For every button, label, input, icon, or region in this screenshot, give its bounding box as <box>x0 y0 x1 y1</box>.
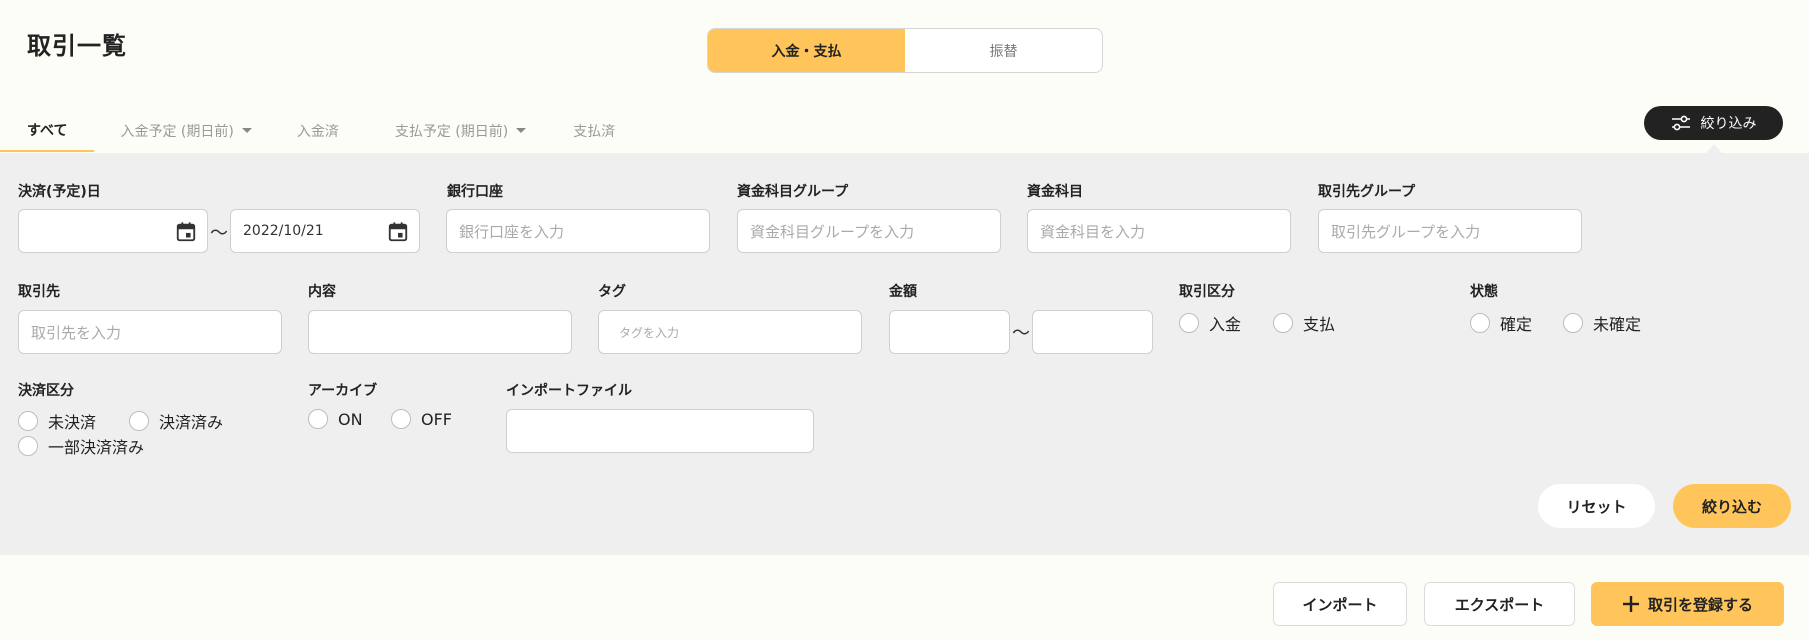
radio-deposit[interactable]: 入金 <box>1179 311 1241 335</box>
account-item-label: 資金科目 <box>1027 184 1083 200</box>
tab-payment-scheduled[interactable]: 支払予定 (期日前) <box>339 110 527 152</box>
reset-button[interactable]: リセット <box>1538 484 1655 528</box>
filter-toggle-button[interactable]: 絞り込み <box>1644 106 1783 140</box>
segment-transfer[interactable]: 振替 <box>905 29 1102 72</box>
tab-all[interactable]: すべて <box>0 110 95 152</box>
tab-label: 入金予定 (期日前) <box>120 124 234 140</box>
filter-panel: 決済(予定)日 〜 2022/10/21 銀行口座 銀行口座を入力 資金科目グル… <box>0 153 1809 555</box>
radio-circle[interactable] <box>129 411 149 431</box>
radio-circle[interactable] <box>1470 313 1490 333</box>
settlement-type-label: 決済区分 <box>18 383 74 399</box>
apply-filter-button[interactable]: 絞り込む <box>1673 484 1791 528</box>
partner-label: 取引先 <box>18 284 60 300</box>
tab-label: 支払済 <box>573 124 616 140</box>
settlement-date-from-input[interactable] <box>18 209 208 253</box>
import-file-input[interactable] <box>506 409 814 453</box>
radio-settled[interactable]: 決済済み <box>129 409 223 433</box>
radio-circle[interactable] <box>391 409 411 429</box>
radio-archive-on[interactable]: ON <box>308 409 363 429</box>
partner-group-label: 取引先グループ <box>1318 184 1416 200</box>
date-range-separator: 〜 <box>210 223 228 244</box>
import-button[interactable]: インポート <box>1273 582 1407 626</box>
amount-range-separator: 〜 <box>1012 323 1030 344</box>
register-label: 取引を登録する <box>1647 595 1753 614</box>
calendar-icon[interactable] <box>175 221 197 243</box>
tab-paid[interactable]: 支払済 <box>526 110 615 152</box>
radio-label: 決済済み <box>159 413 224 432</box>
export-button[interactable]: エクスポート <box>1424 582 1575 626</box>
radio-circle[interactable] <box>1273 313 1293 333</box>
calendar-icon[interactable] <box>387 221 409 243</box>
account-group-input[interactable]: 資金科目グループを入力 <box>737 209 1001 253</box>
segment-deposit-payment[interactable]: 入金・支払 <box>708 29 905 72</box>
radio-confirmed[interactable]: 確定 <box>1470 311 1532 335</box>
radio-circle[interactable] <box>18 436 38 456</box>
radio-label: 一部決済済み <box>48 438 145 457</box>
bank-account-label: 銀行口座 <box>447 184 503 200</box>
status-label: 状態 <box>1470 284 1498 300</box>
radio-label: 確定 <box>1500 315 1533 334</box>
settlement-date-label: 決済(予定)日 <box>18 184 101 200</box>
tag-label: タグ <box>598 284 626 300</box>
settlement-date-to-input[interactable]: 2022/10/21 <box>230 209 420 253</box>
radio-partially-settled[interactable]: 一部決済済み <box>18 434 144 458</box>
amount-label: 金額 <box>889 284 917 300</box>
page-title: 取引一覧 <box>27 32 127 60</box>
radio-circle[interactable] <box>308 409 328 429</box>
partner-input[interactable]: 取引先を入力 <box>18 310 282 354</box>
radio-archive-off[interactable]: OFF <box>391 409 452 429</box>
tab-label: 入金済 <box>296 124 339 140</box>
radio-unconfirmed[interactable]: 未確定 <box>1563 311 1641 335</box>
register-transaction-button[interactable]: 取引を登録する <box>1591 582 1784 626</box>
amount-min-input[interactable] <box>889 310 1010 354</box>
import-file-label: インポートファイル <box>506 383 632 399</box>
content-input[interactable] <box>308 310 572 354</box>
sliders-icon <box>1671 115 1690 131</box>
radio-label: 未決済 <box>48 413 97 432</box>
partner-group-input[interactable]: 取引先グループを入力 <box>1318 209 1582 253</box>
radio-payment[interactable]: 支払 <box>1273 311 1335 335</box>
tag-input[interactable]: タグを入力 <box>598 310 862 354</box>
radio-label: ON <box>338 409 363 429</box>
radio-label: OFF <box>421 409 452 429</box>
tab-label: 支払予定 (期日前) <box>394 124 509 140</box>
caret-down-icon <box>516 127 527 133</box>
content-label: 内容 <box>308 284 336 300</box>
transaction-type-label: 取引区分 <box>1179 284 1235 300</box>
bank-account-input[interactable]: 銀行口座を入力 <box>446 209 710 253</box>
radio-label: 入金 <box>1209 315 1242 334</box>
status-tabs: すべて 入金予定 (期日前) 入金済 支払予定 (期日前) 支払済 <box>0 110 615 152</box>
radio-label: 未確定 <box>1593 315 1642 334</box>
transaction-type-segment: 入金・支払 振替 <box>707 28 1103 73</box>
radio-circle[interactable] <box>1563 313 1583 333</box>
tab-label: すべて <box>27 123 68 139</box>
caret-down-icon <box>241 127 252 133</box>
tab-deposit-scheduled[interactable]: 入金予定 (期日前) <box>94 110 252 152</box>
radio-unsettled[interactable]: 未決済 <box>18 409 96 433</box>
account-group-label: 資金科目グループ <box>737 184 849 200</box>
date-to-value: 2022/10/21 <box>243 223 324 239</box>
radio-circle[interactable] <box>18 411 38 431</box>
filter-toggle-label: 絞り込み <box>1700 116 1757 132</box>
plus-icon <box>1622 596 1639 612</box>
tab-deposited[interactable]: 入金済 <box>252 110 339 152</box>
radio-label: 支払 <box>1303 315 1336 334</box>
amount-max-input[interactable] <box>1032 310 1153 354</box>
radio-circle[interactable] <box>1179 313 1199 333</box>
archive-label: アーカイブ <box>308 383 378 399</box>
account-item-input[interactable]: 資金科目を入力 <box>1027 209 1291 253</box>
